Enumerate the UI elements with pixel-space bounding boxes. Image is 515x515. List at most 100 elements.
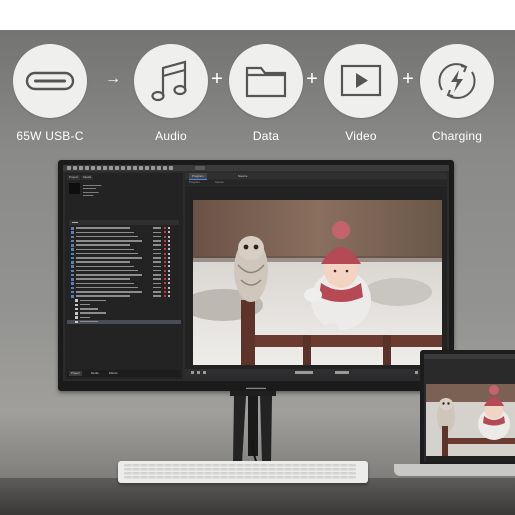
laptop (420, 350, 515, 468)
tool-icon[interactable] (133, 166, 137, 170)
footer-tab[interactable]: Project (69, 371, 82, 376)
folder-icon (75, 316, 78, 319)
row-name (76, 269, 138, 272)
tool-icon[interactable] (145, 166, 149, 170)
row-cell (153, 257, 161, 259)
tool-icon[interactable] (115, 166, 119, 170)
viewer-subbar: Program Source (185, 180, 447, 185)
zoom-select[interactable] (335, 371, 349, 374)
subtab-program[interactable]: Program (189, 180, 200, 185)
tool-icon[interactable] (109, 166, 113, 170)
tool-icon[interactable] (163, 166, 167, 170)
row-cell (164, 286, 166, 289)
tool-icon[interactable] (151, 166, 155, 170)
row-cell (153, 278, 161, 280)
tab-project[interactable]: Project (67, 175, 81, 180)
step-back-icon[interactable] (191, 371, 194, 374)
laptop-base (394, 464, 515, 476)
tool-icon[interactable] (139, 166, 143, 170)
tool-icon[interactable] (79, 166, 83, 170)
row-name (80, 312, 106, 314)
row-name (76, 265, 134, 268)
row-cell (164, 252, 166, 255)
subtab-source[interactable]: Source (215, 180, 224, 185)
clip-icon (71, 227, 74, 230)
monitor-brand-logo: ▬▬▬▬▬ (246, 385, 266, 390)
row-cell (168, 248, 170, 251)
row-name (76, 257, 142, 259)
panel-footer: Project Media Effects (67, 370, 181, 377)
usb-c-port-icon (13, 44, 87, 118)
tab-media[interactable]: Media (81, 175, 94, 180)
clip-icon (71, 235, 74, 239)
tab-program[interactable]: Program (189, 173, 207, 180)
charging-bolt-icon (420, 44, 494, 118)
row-cell (164, 290, 166, 293)
tool-icon[interactable] (169, 166, 173, 170)
feature-video: Video (321, 44, 401, 143)
feature-label: 65W USB-C (16, 129, 84, 143)
bin-list-header: ▬▬ (69, 220, 179, 225)
plus-separator-icon: + (402, 68, 414, 90)
table-row[interactable] (67, 319, 181, 324)
tool-icon[interactable] (91, 166, 95, 170)
play-icon (324, 44, 398, 118)
tool-icon[interactable] (127, 166, 131, 170)
row-cell (153, 269, 161, 272)
bin-file-list (67, 226, 181, 324)
row-name (76, 274, 142, 276)
timecode-field[interactable] (295, 371, 313, 374)
settings-icon[interactable] (415, 371, 418, 374)
folder-icon (229, 44, 303, 118)
tool-icon[interactable] (67, 166, 71, 170)
row-cell (168, 231, 170, 234)
row-name (76, 261, 130, 263)
tool-icon[interactable] (103, 166, 107, 170)
tool-icon[interactable] (73, 166, 77, 170)
tool-icon[interactable] (157, 166, 161, 170)
tab-source[interactable]: Source (235, 173, 251, 179)
footer-tab[interactable]: Media (89, 371, 101, 376)
tool-icon[interactable] (85, 166, 89, 170)
tool-icon[interactable] (97, 166, 101, 170)
row-name (80, 320, 98, 323)
column-name-label: ▬▬ (72, 220, 78, 224)
row-name (76, 244, 130, 246)
music-notes-icon (134, 44, 208, 118)
footer-tab[interactable]: Effects (107, 371, 120, 376)
row-cell (164, 278, 166, 281)
step-forward-icon[interactable] (203, 371, 206, 374)
folder-icon (75, 320, 78, 324)
tool-icon[interactable] (121, 166, 125, 170)
row-name (76, 286, 138, 289)
clip-icon (71, 239, 74, 243)
row-cell (153, 295, 161, 297)
arrow-separator-icon: → (105, 70, 121, 87)
row-name (76, 278, 130, 280)
row-cell (153, 261, 161, 263)
row-cell (168, 286, 170, 289)
clip-icon (71, 244, 74, 247)
row-cell (153, 291, 161, 293)
row-cell (168, 278, 170, 281)
row-cell (164, 269, 166, 272)
feature-icons-row: 65W USB-C → Audio + Data + Video + Charg… (0, 44, 515, 154)
feature-label: Data (252, 129, 280, 143)
clip-thumbnail (69, 183, 80, 194)
row-cell (168, 265, 170, 268)
plus-separator-icon: + (306, 68, 318, 90)
feature-audio: Audio (131, 44, 211, 143)
row-cell (168, 295, 170, 298)
feature-charging: Charging (417, 44, 497, 143)
row-name (76, 295, 130, 297)
clip-icon (71, 265, 74, 268)
clip-icon (71, 286, 74, 290)
row-cell (164, 248, 166, 251)
keyboard (118, 461, 368, 483)
row-cell (164, 295, 166, 298)
workspace-switch[interactable] (195, 166, 205, 170)
row-cell (164, 256, 166, 259)
row-cell (164, 282, 166, 285)
editor-toolbar (63, 165, 449, 171)
play-button-icon[interactable] (197, 371, 200, 374)
